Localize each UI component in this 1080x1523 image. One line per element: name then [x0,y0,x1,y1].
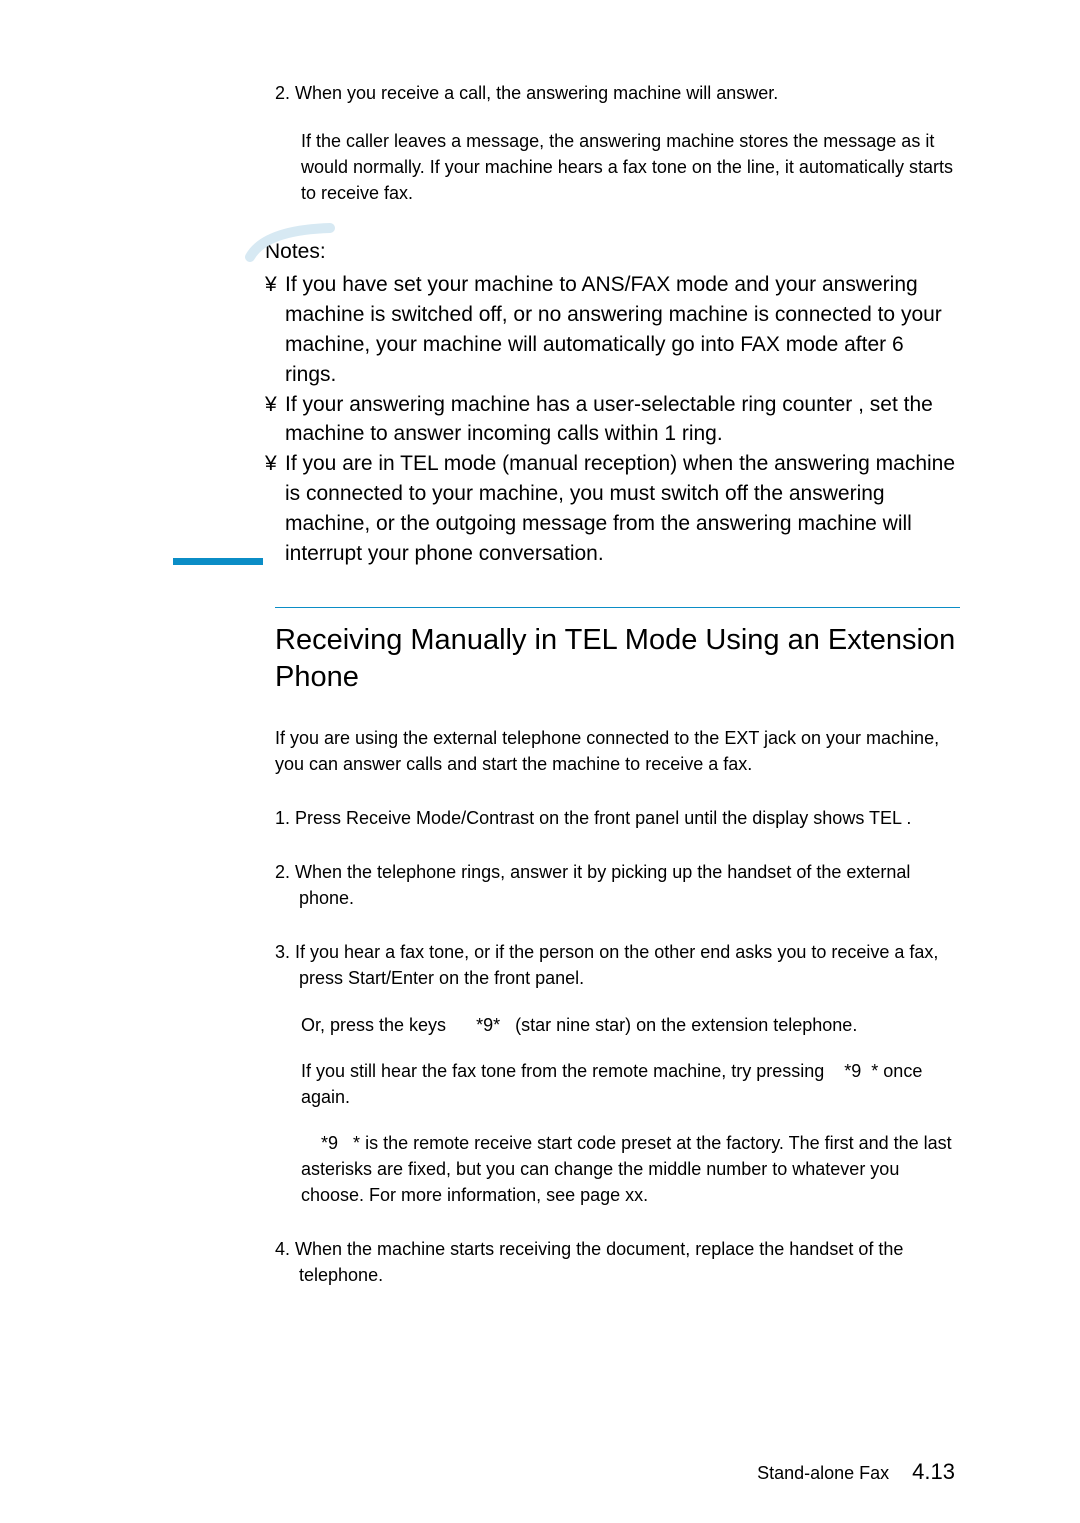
step3-or-text-c: (star nine star) on the extension teleph… [500,1015,857,1035]
note-item: ¥ If you have set your machine to ANS/FA… [265,270,960,389]
accent-bar [173,558,263,565]
step3-note: *9 * is the remote receive start code pr… [275,1130,960,1208]
note-text: If your answering machine has a user-sel… [285,390,960,450]
step3-note-text-b: 9 [328,1133,353,1153]
bullet-icon: ¥ [265,390,285,450]
step1: 1. Press Receive Mode/Contrast on the fr… [275,805,960,831]
step2-body: If the caller leaves a message, the answ… [275,128,960,206]
step3-if-text-a: If you still hear the fax tone from the … [301,1061,844,1081]
step3-or-text-b: 9 [483,1015,493,1035]
star-icon: * [321,1133,328,1153]
footer-label: Stand-alone Fax [757,1463,889,1483]
step2: 2. When the telephone rings, answer it b… [275,859,960,911]
notes-list: ¥ If you have set your machine to ANS/FA… [265,270,960,568]
note-text: If you have set your machine to ANS/FAX … [285,270,960,389]
bullet-icon: ¥ [265,449,285,568]
section-intro: If you are using the external telephone … [275,725,960,777]
step3-note-text-c: is the remote receive start code preset … [301,1133,952,1205]
step3-or-text-a: Or, press the keys [301,1015,476,1035]
notes-heading: Notes: [265,240,960,264]
step2-line: 2. When you receive a call, the answerin… [275,80,960,106]
note-text: If you are in TEL mode (manual reception… [285,449,960,568]
note-item: ¥ If you are in TEL mode (manual recepti… [265,449,960,568]
notes-heading-text: Notes: [265,240,326,263]
step3-note-text-a [301,1133,321,1153]
star-icon: * [353,1133,360,1153]
step3-if-text-b: 9 [851,1061,871,1081]
step3: 3. If you hear a fax tone, or if the per… [275,939,960,991]
section-divider [275,607,960,608]
step3-if: If you still hear the fax tone from the … [275,1058,960,1110]
page-number: 4.13 [912,1459,955,1484]
page-footer: Stand-alone Fax 4.13 [757,1459,955,1485]
bullet-icon: ¥ [265,270,285,389]
note-item: ¥ If your answering machine has a user-s… [265,390,960,450]
step3-or: Or, press the keys *9* (star nine star) … [275,1012,960,1038]
step4: 4. When the machine starts receiving the… [275,1236,960,1288]
document-page: 2. When you receive a call, the answerin… [0,0,1080,1523]
section-heading: Receiving Manually in TEL Mode Using an … [275,622,960,697]
